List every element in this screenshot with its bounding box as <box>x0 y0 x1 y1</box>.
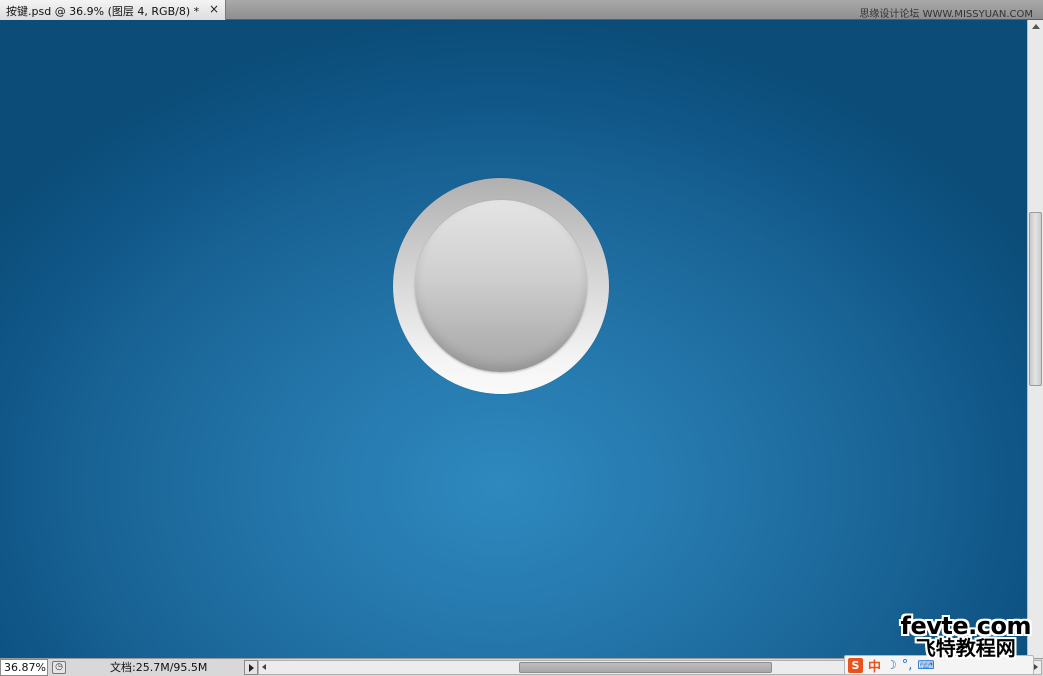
scroll-left-icon[interactable] <box>262 664 266 670</box>
close-icon[interactable]: × <box>209 2 219 16</box>
watermark-site-name: 飞特教程网 <box>915 636 1016 660</box>
document-canvas[interactable] <box>0 20 1027 658</box>
watermark-top: 思缘设计论坛 WWW.MISSYUAN.COM <box>859 9 1033 20</box>
button-graphic-ring <box>393 178 609 394</box>
navigator-icon[interactable]: ◷ <box>52 661 66 674</box>
zoom-level-field[interactable]: 36.87% <box>0 659 48 676</box>
document-size-info: 文档:25.7M/95.5M <box>110 661 208 674</box>
vertical-scrollbar[interactable] <box>1027 20 1043 658</box>
photoshop-document-window: 按键.psd @ 36.9% (图层 4, RGB/8) * × 思缘设计论坛 … <box>0 0 1043 676</box>
scroll-right-icon[interactable] <box>1034 664 1038 670</box>
ime-mode-toggle[interactable]: 中 <box>868 656 881 675</box>
half-width-icon[interactable]: ☽ <box>886 658 897 672</box>
document-tab-title: 按键.psd @ 36.9% (图层 4, RGB/8) * <box>6 4 200 18</box>
watermark-site: fevte.com <box>900 612 1032 640</box>
status-menu-arrow-icon[interactable] <box>244 660 258 675</box>
punctuation-icon[interactable]: °, <box>902 658 913 673</box>
button-graphic-face <box>415 200 587 372</box>
keyboard-icon[interactable]: ⌨ <box>917 658 934 672</box>
sogou-logo-icon[interactable]: S <box>848 657 863 673</box>
horizontal-scroll-thumb[interactable] <box>519 662 772 673</box>
scroll-up-icon[interactable] <box>1032 24 1040 29</box>
document-tab[interactable]: 按键.psd @ 36.9% (图层 4, RGB/8) * × <box>0 0 226 21</box>
document-tab-bar: 按键.psd @ 36.9% (图层 4, RGB/8) * × 思缘设计论坛 … <box>0 0 1043 21</box>
vertical-scroll-thumb[interactable] <box>1029 212 1042 386</box>
watermark-bottom: fevte.com 飞特教程网 <box>900 612 1032 660</box>
